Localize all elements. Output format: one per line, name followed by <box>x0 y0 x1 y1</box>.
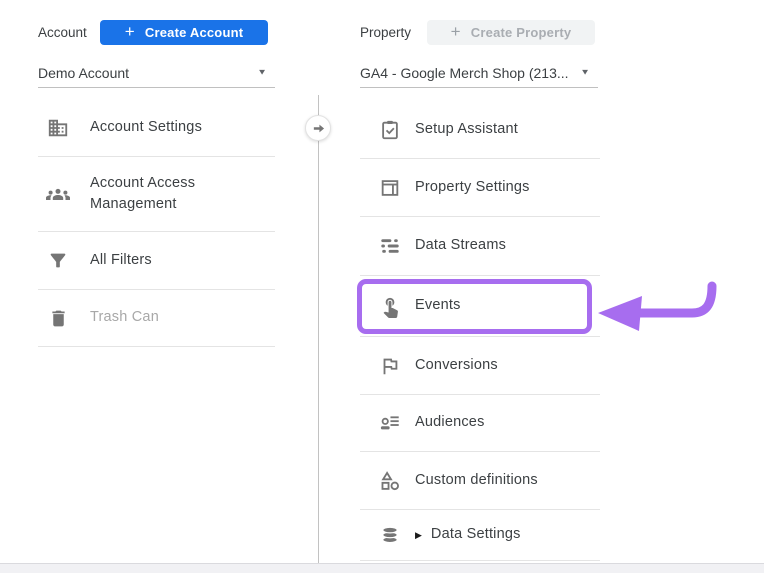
filter-funnel-icon <box>46 249 70 273</box>
stream-icon <box>378 234 402 258</box>
ga-admin-panel: Account + Create Account Demo Account ▼ … <box>0 0 764 573</box>
person-list-icon <box>378 411 402 435</box>
account-selector-dropdown[interactable]: Demo Account ▼ <box>38 58 275 88</box>
annotation-arrow-icon <box>592 275 727 337</box>
menu-item-label: Conversions <box>415 355 498 376</box>
tap-hand-icon <box>378 294 402 318</box>
people-group-icon <box>46 182 70 206</box>
caret-down-icon: ▼ <box>257 68 267 77</box>
menu-item-setup-assistant[interactable]: Setup Assistant <box>360 102 600 159</box>
flag-icon <box>378 354 402 378</box>
collapse-panel-button[interactable] <box>305 115 331 141</box>
menu-item-label: Trash Can <box>90 307 159 328</box>
building-icon <box>46 116 70 140</box>
shapes-icon <box>378 469 402 493</box>
menu-item-trash-can[interactable]: Trash Can <box>38 290 275 347</box>
expand-right-icon[interactable]: ▶ <box>415 531 422 540</box>
trash-icon <box>46 306 70 330</box>
create-property-button[interactable]: + Create Property <box>427 20 595 45</box>
menu-item-audiences[interactable]: Audiences <box>360 395 600 452</box>
selected-property: GA4 - Google Merch Shop (213... <box>360 65 569 81</box>
menu-item-events[interactable]: Events <box>360 276 600 337</box>
menu-item-property-settings[interactable]: Property Settings <box>360 159 600 217</box>
menu-item-conversions[interactable]: Conversions <box>360 337 600 395</box>
account-column-label: Account <box>38 25 87 40</box>
menu-item-account-settings[interactable]: Account Settings <box>38 100 275 157</box>
menu-item-label: Account Access Management <box>90 173 245 215</box>
clipboard-check-icon <box>378 118 402 142</box>
menu-item-account-access-management[interactable]: Account Access Management <box>38 157 275 232</box>
arrow-right-icon <box>312 122 325 135</box>
database-icon <box>378 523 402 547</box>
create-property-label: Create Property <box>471 25 572 40</box>
caret-down-icon: ▼ <box>580 68 590 77</box>
column-divider <box>318 95 319 563</box>
selected-account: Demo Account <box>38 65 129 81</box>
menu-item-data-streams[interactable]: Data Streams <box>360 217 600 276</box>
menu-item-label: Data Streams <box>415 235 506 256</box>
bottom-scroll-strip <box>0 563 764 573</box>
menu-item-label: Data Settings <box>431 524 521 545</box>
menu-item-custom-definitions[interactable]: Custom definitions <box>360 452 600 510</box>
create-account-button[interactable]: + Create Account <box>100 20 268 45</box>
menu-item-label: Custom definitions <box>415 470 538 491</box>
plus-icon: + <box>451 23 461 40</box>
plus-icon: + <box>125 23 135 40</box>
menu-item-label: Property Settings <box>415 177 530 198</box>
window-layout-icon <box>378 176 402 200</box>
property-selector-dropdown[interactable]: GA4 - Google Merch Shop (213... ▼ <box>360 58 598 88</box>
menu-item-all-filters[interactable]: All Filters <box>38 232 275 290</box>
menu-item-label: Audiences <box>415 412 485 433</box>
menu-item-label: Events <box>415 295 461 316</box>
create-account-label: Create Account <box>145 25 243 40</box>
menu-item-label: Setup Assistant <box>415 119 518 140</box>
menu-item-data-settings[interactable]: ▶ Data Settings <box>360 510 600 561</box>
menu-item-label: Account Settings <box>90 117 202 138</box>
menu-item-label: All Filters <box>90 250 152 271</box>
property-column-label: Property <box>360 25 411 40</box>
